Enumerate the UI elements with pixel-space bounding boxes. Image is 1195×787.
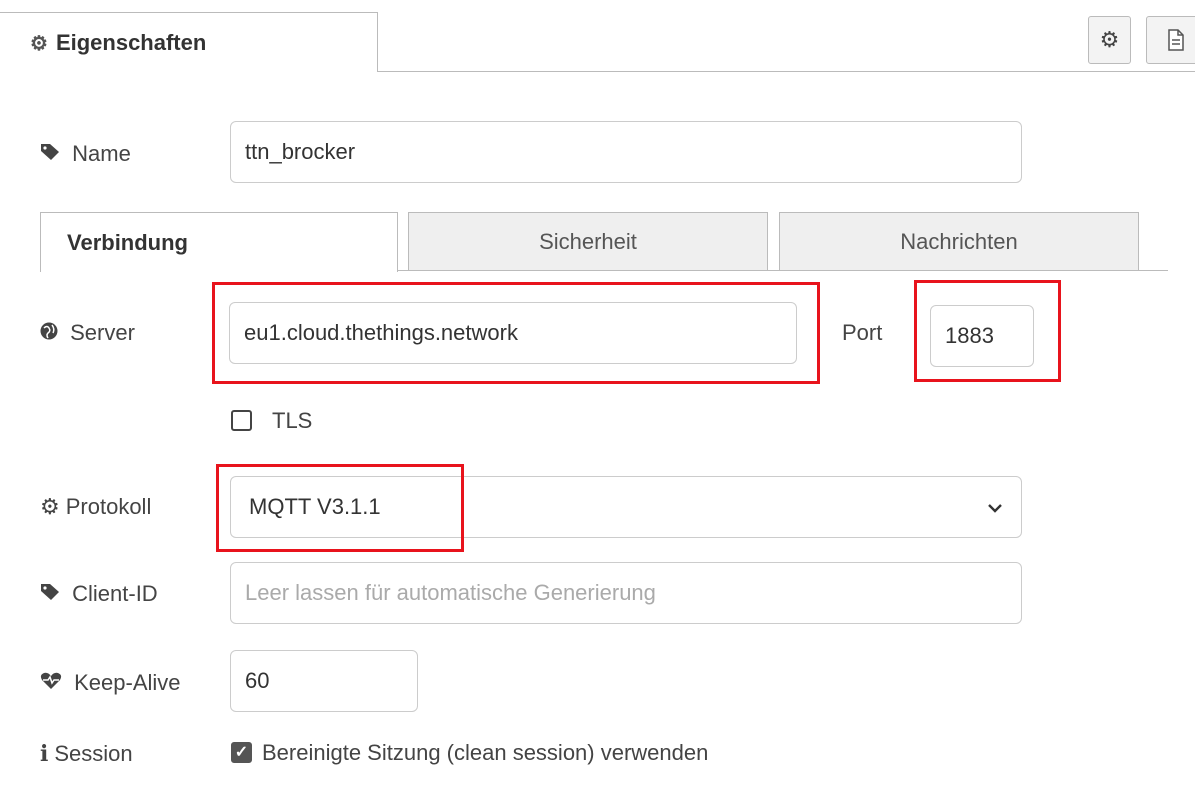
keep-alive-label: Keep-Alive xyxy=(40,670,181,696)
gear-icon: ⚙ xyxy=(30,33,48,55)
gear-icon: ⚙ xyxy=(1099,27,1120,52)
name-input[interactable] xyxy=(230,121,1022,183)
tab-bar-divider xyxy=(378,71,1195,72)
name-label: Name xyxy=(40,141,131,167)
server-input[interactable] xyxy=(229,302,797,364)
server-label: Server xyxy=(40,320,135,346)
document-icon xyxy=(1168,29,1184,51)
port-label: Port xyxy=(842,320,883,345)
session-label: i Session xyxy=(40,741,133,767)
session-checkbox[interactable]: ✓ xyxy=(231,742,252,763)
protocol-highlight-box xyxy=(216,464,464,552)
info-button[interactable] xyxy=(1146,16,1195,64)
globe-icon xyxy=(40,320,64,345)
tls-checkbox[interactable] xyxy=(231,410,252,431)
keep-alive-input[interactable] xyxy=(230,650,418,712)
heartbeat-icon xyxy=(40,670,68,695)
tab-sicherheit[interactable]: Sicherheit xyxy=(408,212,768,270)
properties-tab-title: ⚙ Eigenschaften xyxy=(30,30,207,55)
client-id-label: Client-ID xyxy=(40,581,158,607)
info-icon: i xyxy=(40,741,49,767)
protocol-label: ⚙ Protokoll xyxy=(40,494,152,519)
settings-button[interactable]: ⚙ xyxy=(1088,16,1131,64)
gear-icon: ⚙ xyxy=(40,494,60,519)
client-id-input[interactable] xyxy=(230,562,1022,624)
tag-icon xyxy=(40,581,66,606)
tab-nachrichten[interactable]: Nachrichten xyxy=(779,212,1139,270)
session-checkbox-label: Bereinigte Sitzung (clean session) verwe… xyxy=(262,740,709,765)
tab-verbindung[interactable]: Verbindung xyxy=(40,212,398,272)
port-input[interactable] xyxy=(930,305,1034,367)
tag-icon xyxy=(40,141,66,166)
chevron-down-icon xyxy=(987,497,1003,518)
tls-label: TLS xyxy=(272,408,313,433)
